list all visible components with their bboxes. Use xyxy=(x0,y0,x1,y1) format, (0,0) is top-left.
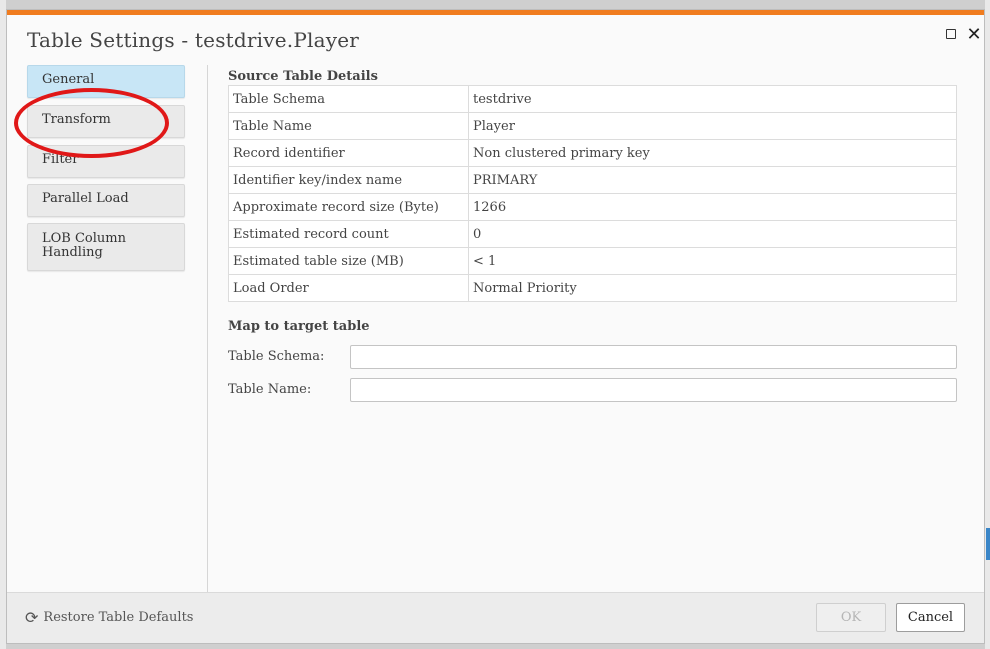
detail-value: 0 xyxy=(468,220,957,248)
detail-key: Estimated record count xyxy=(228,220,469,248)
sidebar-item-parallel-load[interactable]: Parallel Load xyxy=(27,184,185,217)
target-schema-label: Table Schema: xyxy=(228,349,325,364)
target-name-input[interactable] xyxy=(350,378,957,402)
sidebar-item-label: Parallel Load xyxy=(42,191,129,206)
sidebar-item-transform[interactable]: Transform xyxy=(27,105,185,138)
sidebar-item-label: Filter xyxy=(42,152,79,167)
table-row: Estimated record count 0 xyxy=(228,220,957,248)
close-button[interactable]: ✕ xyxy=(965,23,983,45)
dialog-accent-bar xyxy=(7,10,984,15)
table-row: Table Schema testdrive xyxy=(228,85,957,113)
table-row: Record identifier Non clustered primary … xyxy=(228,139,957,167)
detail-key: Estimated table size (MB) xyxy=(228,247,469,275)
table-row: Identifier key/index name PRIMARY xyxy=(228,166,957,194)
sidebar-divider xyxy=(207,65,208,595)
target-schema-input[interactable] xyxy=(350,345,957,369)
maximize-icon xyxy=(946,29,956,39)
table-settings-dialog: Table Settings - testdrive.Player ✕ Gene… xyxy=(6,9,985,644)
table-row: Table Name Player xyxy=(228,112,957,140)
table-row: Estimated table size (MB) < 1 xyxy=(228,247,957,275)
maximize-button[interactable] xyxy=(942,25,960,43)
detail-key: Record identifier xyxy=(228,139,469,167)
detail-value: Normal Priority xyxy=(468,274,957,302)
target-name-label: Table Name: xyxy=(228,382,312,397)
sidebar-item-lob-column-handling[interactable]: LOB Column Handling xyxy=(27,223,185,271)
restore-defaults-label: Restore Table Defaults xyxy=(43,610,194,625)
detail-value: < 1 xyxy=(468,247,957,275)
detail-value: testdrive xyxy=(468,85,957,113)
source-details-table: Table Schema testdrive Table Name Player… xyxy=(228,85,957,302)
detail-value: Player xyxy=(468,112,957,140)
table-row: Approximate record size (Byte) 1266 xyxy=(228,193,957,221)
ok-button[interactable]: OK xyxy=(816,603,886,632)
sidebar-item-label: Transform xyxy=(42,112,111,127)
detail-key: Table Name xyxy=(228,112,469,140)
detail-value: 1266 xyxy=(468,193,957,221)
target-schema-row: Table Schema: xyxy=(228,345,958,369)
sidebar-item-label: General xyxy=(42,72,95,87)
sidebar-item-filter[interactable]: Filter xyxy=(27,145,185,178)
detail-value: PRIMARY xyxy=(468,166,957,194)
restore-defaults-button[interactable]: ⟳ Restore Table Defaults xyxy=(25,608,193,627)
background-accent xyxy=(986,528,990,560)
detail-key: Identifier key/index name xyxy=(228,166,469,194)
table-row: Load Order Normal Priority xyxy=(228,274,957,302)
detail-value: Non clustered primary key xyxy=(468,139,957,167)
cancel-button[interactable]: Cancel xyxy=(896,603,965,632)
detail-key: Approximate record size (Byte) xyxy=(228,193,469,221)
dialog-footer: ⟳ Restore Table Defaults OK Cancel xyxy=(7,592,984,643)
sidebar-item-label: LOB Column Handling xyxy=(42,231,126,260)
detail-key: Load Order xyxy=(228,274,469,302)
detail-key: Table Schema xyxy=(228,85,469,113)
close-icon: ✕ xyxy=(966,23,982,45)
target-name-row: Table Name: xyxy=(228,378,958,402)
sidebar-item-general[interactable]: General xyxy=(27,65,185,98)
source-section-title: Source Table Details xyxy=(228,69,378,84)
target-section-title: Map to target table xyxy=(228,319,370,334)
dialog-title: Table Settings - testdrive.Player xyxy=(27,28,360,52)
refresh-icon: ⟳ xyxy=(25,608,39,627)
